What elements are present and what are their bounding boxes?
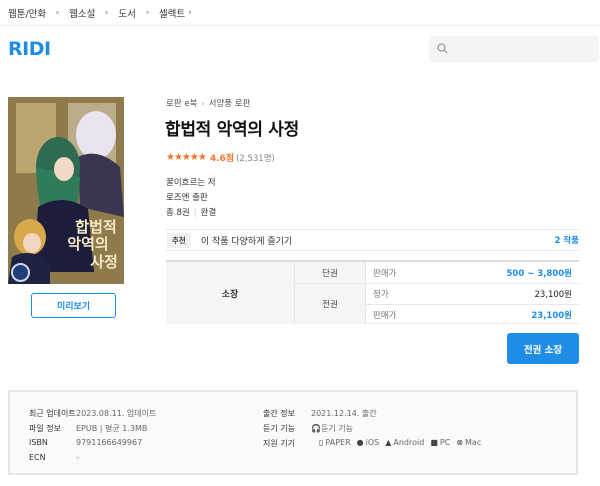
- list-price-row: 정가 23,100원: [365, 284, 579, 304]
- cover-title-line-3: 사정: [90, 253, 118, 271]
- nav-select[interactable]: 셀렉트 ›: [159, 6, 192, 20]
- publish-info-label: 출간 정보: [263, 409, 295, 418]
- search-icon: [437, 43, 448, 54]
- nav-separator: [56, 11, 60, 14]
- chevron-right-icon: ›: [201, 98, 205, 108]
- recommend-text: 이 작품 다양하게 즐기기: [200, 236, 293, 247]
- nav-separator: [145, 11, 149, 14]
- nav-separator: [105, 11, 109, 14]
- listen-feature-text: 듣기 기능: [320, 424, 353, 433]
- full-set-label: 전권: [294, 284, 365, 324]
- recommend-count[interactable]: 2 작품: [554, 234, 579, 246]
- preview-button[interactable]: 미리보기: [31, 293, 116, 318]
- supported-devices: ▯ PAPER ● iOS ▲ Android ■ PC ⊗ Mac: [319, 438, 487, 447]
- isbn-value: 9791166649967: [76, 438, 143, 447]
- sale-price-row: 판매가 23,100원: [365, 305, 579, 324]
- list-price-label: 정가: [373, 290, 389, 300]
- updated-value: 2023.08.11. 업데이트: [76, 409, 157, 418]
- recommendation-row[interactable]: 추천 이 작품 다양하게 즐기기 2 작품: [166, 229, 579, 251]
- breadcrumb: 로판 e북 › 서양풍 로판: [166, 97, 251, 110]
- series-status: 완결: [200, 208, 217, 218]
- book-cover-illustration: 합법적 악역의 사정: [8, 97, 124, 284]
- book-cover[interactable]: 합법적 악역의 사정: [8, 97, 124, 284]
- device-paper-label: PAPER: [325, 438, 351, 447]
- cover-title-line-1: 합법적: [75, 218, 116, 236]
- device-pc-label: PC: [439, 438, 451, 447]
- device-android-label: Android: [393, 438, 425, 447]
- rating-count: (2,531명): [236, 153, 275, 164]
- single-volume-price-row: 판매가 500 ~ 3,800원: [365, 262, 579, 283]
- device-mac-label: Mac: [465, 438, 482, 447]
- own-label: 소장: [166, 262, 294, 324]
- rating-score: 4.6점: [209, 154, 235, 164]
- publish-info-value: 2021.12.14. 출간: [311, 409, 377, 418]
- recommend-tag: 추천: [167, 232, 191, 248]
- author[interactable]: 꿀이흐르는 저: [166, 176, 216, 188]
- star-rating-icon: ★★★★★: [166, 152, 207, 163]
- windows-icon: ■: [430, 438, 438, 447]
- device-mac: ⊗ Mac: [456, 438, 481, 447]
- volume-count: 총 8권: [166, 208, 190, 218]
- divider: |: [193, 208, 197, 218]
- updated-label: 최근 업데이트: [29, 409, 76, 418]
- mac-icon: ⊗: [456, 438, 464, 447]
- file-info-label: 파일 정보: [29, 424, 61, 433]
- sale-price-value: 23,100원: [531, 310, 572, 321]
- sale-price-label: 판매가: [373, 310, 397, 321]
- device-ios-label: iOS: [365, 438, 380, 447]
- device-pc: ■ PC: [430, 438, 450, 447]
- publisher[interactable]: 로즈엔 출판: [166, 191, 208, 203]
- book-details-box: 최근 업데이트 2023.08.11. 업데이트 파일 정보 EPUB | 평균…: [8, 390, 578, 475]
- rating[interactable]: ★★★★★ 4.6점 (2,531명): [166, 151, 275, 164]
- top-navigation: 웹툰/만화 웹소설 도서 셀렉트 ›: [0, 0, 600, 26]
- buy-full-set-button[interactable]: 전권 소장: [507, 333, 579, 364]
- publisher-badge-icon: [11, 263, 30, 282]
- book-title: 합법적 악역의 사정: [165, 120, 299, 140]
- ecn-label: ECN: [29, 453, 46, 462]
- paper-icon: ▯: [319, 438, 324, 447]
- device-paper: ▯ PAPER: [319, 438, 351, 447]
- apple-icon: ●: [356, 438, 364, 447]
- headphones-icon: 🎧: [311, 424, 321, 433]
- single-price-label: 판매가: [373, 268, 397, 279]
- ridi-logo[interactable]: RIDI: [8, 38, 51, 60]
- single-price-value: 500 ~ 3,800원: [506, 268, 573, 279]
- breadcrumb-category[interactable]: 로판 e북: [166, 97, 197, 109]
- breadcrumb-genre[interactable]: 서양풍 로판: [209, 97, 251, 109]
- android-icon: ▲: [385, 438, 392, 447]
- device-ios: ● iOS: [357, 438, 380, 447]
- device-android: ▲ Android: [385, 438, 424, 447]
- list-price-value: 23,100원: [534, 290, 572, 300]
- nav-web-novel[interactable]: 웹소설: [69, 6, 95, 20]
- nav-webtoon-comics[interactable]: 웹툰/만화: [8, 6, 46, 20]
- search-input[interactable]: [429, 36, 599, 62]
- volume-info: 총 8권 | 완결: [166, 206, 216, 218]
- listen-feature-label: 듣기 기능: [263, 424, 295, 433]
- nav-select-label: 셀렉트: [158, 8, 186, 20]
- nav-books[interactable]: 도서: [118, 6, 135, 20]
- file-info-value: EPUB | 평균 1.3MB: [76, 424, 148, 433]
- single-volume-label: 단권: [294, 262, 365, 283]
- listen-feature-value: 🎧듣기 기능: [311, 423, 353, 434]
- supported-devices-label: 지원 기기: [263, 439, 295, 448]
- isbn-label: ISBN: [29, 438, 48, 447]
- ecn-value: -: [76, 453, 79, 462]
- cover-title-line-2: 악역의: [67, 235, 108, 253]
- price-table: 소장 단권 판매가 500 ~ 3,800원 전권 정가 23,100원 판매가…: [166, 260, 579, 324]
- chevron-right-icon: ›: [188, 7, 192, 18]
